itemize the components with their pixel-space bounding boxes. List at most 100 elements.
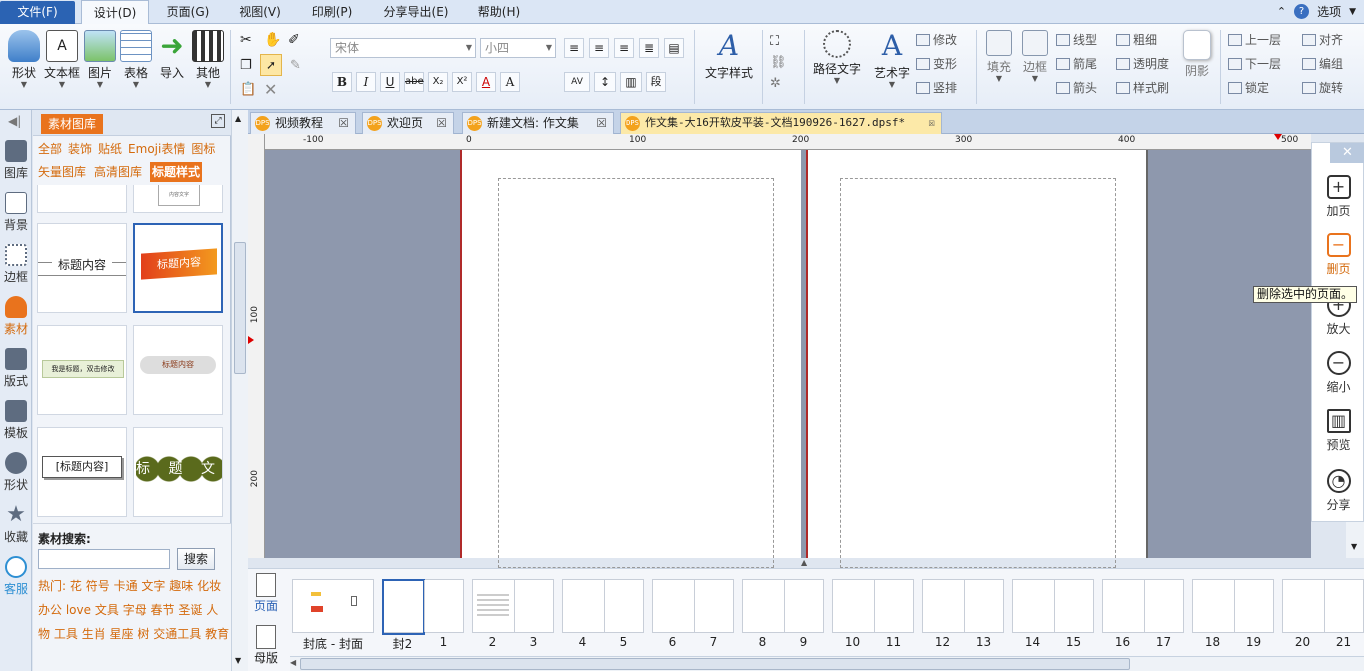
page-thumb[interactable] — [1192, 579, 1274, 633]
share-button[interactable]: ◔ 分享 — [1312, 469, 1364, 513]
left-page[interactable] — [460, 150, 801, 568]
ruler-marker-icon[interactable] — [1274, 134, 1282, 140]
category-title-style[interactable]: 标题样式 — [150, 162, 203, 182]
tag[interactable]: 化妆 — [197, 579, 221, 593]
category-icon[interactable]: 图标 — [191, 139, 215, 159]
hand-icon[interactable]: ✋ — [264, 32, 281, 48]
right-page[interactable] — [806, 150, 1148, 568]
strip-layout[interactable]: 版式 — [0, 348, 32, 389]
tag[interactable]: 文具 — [95, 603, 119, 617]
char-spacing-icon[interactable]: A — [500, 72, 520, 92]
material-thumb[interactable]: 内容文字 — [133, 185, 223, 213]
eyedropper-icon[interactable]: ✎ — [290, 58, 301, 73]
menu-page[interactable]: 页面(G) — [155, 0, 221, 24]
link-icon[interactable]: ⛓ — [770, 55, 787, 70]
page-thumb-cover[interactable] — [292, 579, 374, 633]
line-spacing-icon[interactable]: ↕ — [594, 72, 616, 92]
category-sticker[interactable]: 贴纸 — [98, 139, 122, 159]
tag[interactable]: 趣味 — [169, 579, 193, 593]
zoom-out-button[interactable]: − 缩小 — [1312, 351, 1364, 395]
superscript-icon[interactable]: X² — [452, 72, 472, 92]
scroll-up-icon[interactable]: ▲ — [235, 114, 241, 123]
close-tab-icon[interactable]: ☒ — [338, 113, 349, 133]
align-right-icon[interactable]: ≡ — [614, 38, 634, 58]
bold-icon[interactable]: B — [332, 72, 352, 92]
format-picker-icon[interactable]: ✐ — [288, 32, 300, 48]
ruler-marker-icon[interactable] — [248, 336, 254, 344]
tag[interactable]: 春节 — [151, 603, 175, 617]
tag[interactable]: 生肖 — [82, 627, 106, 641]
tag[interactable]: 教育 — [205, 627, 229, 641]
menu-share-export[interactable]: 分享导出(E) — [372, 0, 460, 24]
expand-panel-icon[interactable]: ⤢ — [211, 114, 225, 128]
font-size-chevron-icon[interactable]: ▼ — [542, 38, 556, 58]
page-thumb[interactable] — [562, 579, 644, 633]
page-thumb[interactable] — [472, 579, 554, 633]
picture-button[interactable]: 图片 ▼ — [80, 28, 120, 90]
line-type-button[interactable]: 线型 — [1056, 30, 1097, 50]
add-page-button[interactable]: + 加页 — [1312, 175, 1364, 219]
material-thumb[interactable] — [37, 185, 127, 213]
thickness-button[interactable]: 粗细 — [1116, 30, 1169, 50]
pages-view-button[interactable]: 页面 — [252, 573, 280, 614]
font-name-select[interactable]: 宋体 — [330, 38, 476, 58]
page-thumb[interactable] — [1012, 579, 1094, 633]
text-style-button[interactable]: A 文字样式 — [704, 28, 754, 81]
strip-gallery[interactable]: 图库 — [0, 140, 32, 181]
align-button[interactable]: 对齐 — [1302, 30, 1343, 50]
underline-icon[interactable]: U — [380, 72, 400, 92]
material-thumb[interactable]: [标题内容] — [37, 427, 127, 517]
paste-icon[interactable]: 📋 — [240, 82, 256, 97]
subscript-icon[interactable]: X₂ — [428, 72, 448, 92]
category-emoji[interactable]: Emoji表情 — [128, 139, 185, 159]
splitter-icon[interactable]: ▲ — [801, 558, 807, 567]
scroll-down-icon[interactable]: ▼ — [1351, 542, 1357, 551]
table-button[interactable]: 表格 ▼ — [116, 28, 156, 90]
strip-background[interactable]: 背景 — [0, 192, 32, 233]
page-thumb[interactable] — [922, 579, 1004, 633]
tag[interactable]: 花 — [70, 579, 82, 593]
menu-design[interactable]: 设计(D) — [81, 0, 149, 25]
tag[interactable]: 卡通 — [114, 579, 138, 593]
tag[interactable]: 圣诞 — [178, 603, 202, 617]
tab-new-document[interactable]: DPS 新建文档: 作文集 ☒ — [462, 112, 614, 134]
arrow-tail-button[interactable]: 箭尾 — [1056, 54, 1097, 74]
search-button[interactable]: 搜索 — [177, 548, 215, 570]
options-chevron-icon[interactable]: ▼ — [1349, 7, 1356, 17]
category-decor[interactable]: 装饰 — [68, 139, 92, 159]
italic-icon[interactable]: I — [356, 72, 376, 92]
page-thumb[interactable] — [1282, 579, 1364, 633]
canvas-scrollbar[interactable]: ▼ — [1346, 522, 1364, 558]
page-strip-scrollbar[interactable]: ◀ — [290, 656, 1364, 671]
strikethrough-icon[interactable]: abe — [404, 72, 424, 92]
style-brush-button[interactable]: 样式刷 — [1116, 78, 1169, 98]
scroll-down-icon[interactable]: ▼ — [235, 656, 241, 665]
other-button[interactable]: 其他 ▼ — [188, 28, 228, 90]
scroll-left-icon[interactable]: ◀ — [290, 658, 296, 667]
tag[interactable]: 文字 — [141, 579, 165, 593]
unlink-icon[interactable]: ✲ — [770, 76, 787, 91]
tag[interactable]: 星座 — [110, 627, 134, 641]
send-backward-button[interactable]: 下一层 — [1228, 54, 1281, 74]
page-thumb[interactable] — [652, 579, 734, 633]
columns-icon[interactable]: ▥ — [620, 72, 642, 92]
align-left-icon[interactable]: ≡ — [564, 38, 584, 58]
category-vector[interactable]: 矢量图库 — [38, 162, 86, 182]
strip-template[interactable]: 模板 — [0, 400, 32, 441]
shadow-button[interactable]: 阴影 — [1180, 28, 1214, 78]
align-center-icon[interactable]: ≡ — [589, 38, 609, 58]
delete-icon[interactable]: ✕ — [264, 80, 277, 99]
menu-help[interactable]: 帮助(H) — [468, 0, 530, 24]
strip-material[interactable]: 素材 — [0, 296, 32, 337]
paragraph-icon[interactable]: 段 — [646, 72, 666, 92]
strip-favorites[interactable]: ★ 收藏 — [0, 504, 32, 545]
kerning-icon[interactable]: AV — [564, 72, 590, 92]
options-button[interactable]: 选项 — [1317, 3, 1341, 20]
fill-button[interactable]: 填充 ▼ — [982, 28, 1016, 84]
justify-icon[interactable]: ≣ — [639, 38, 659, 58]
close-tab-icon[interactable]: ☒ — [436, 113, 447, 133]
category-all[interactable]: 全部 — [38, 139, 62, 159]
group-button[interactable]: 编组 — [1302, 54, 1343, 74]
category-hd[interactable]: 高清图库 — [94, 162, 142, 182]
material-thumb[interactable]: 标题内容 — [37, 223, 127, 313]
